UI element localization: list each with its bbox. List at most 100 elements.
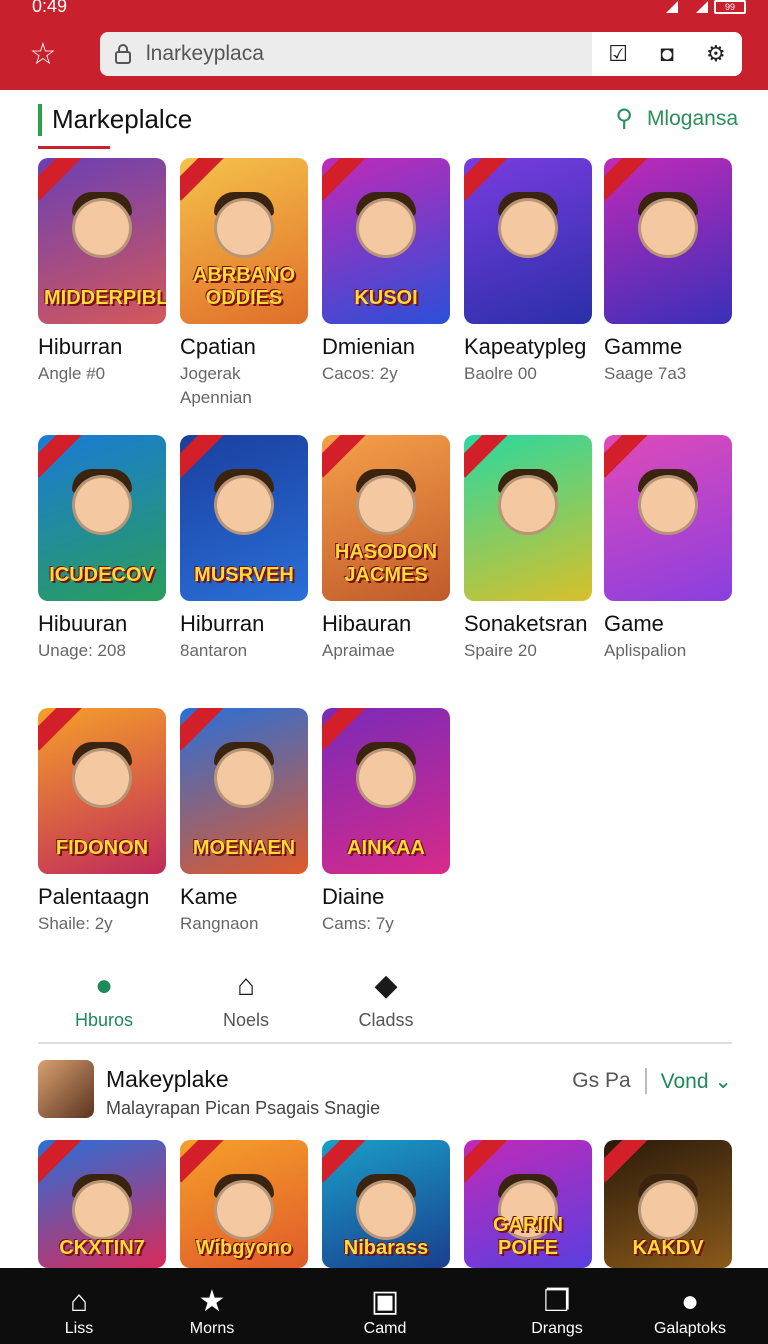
app-tile[interactable]: Nibarass xyxy=(322,1140,450,1268)
app-thumbnail[interactable] xyxy=(604,158,732,324)
battery-icon: 99 xyxy=(714,0,746,14)
app-thumbnail[interactable]: HASODON JACMES xyxy=(322,435,450,601)
app-thumbnail[interactable]: KUSOI xyxy=(322,158,450,324)
section-search[interactable]: ⚲ Mlogansa xyxy=(615,104,738,133)
gs-pa-link[interactable]: Gs Pa xyxy=(572,1069,630,1093)
character-face xyxy=(72,198,132,258)
bottom-nav-galaptoks[interactable]: ● Galaptoks xyxy=(640,1284,740,1338)
app-title[interactable]: Kapeatypleg xyxy=(464,334,592,360)
app-title[interactable]: Cpatian xyxy=(180,334,308,360)
app-tile[interactable]: MUSRVEH Hiburran 8antaron xyxy=(180,435,308,664)
url-text[interactable]: lnarkeyplaca xyxy=(146,42,264,66)
character-face xyxy=(638,198,698,258)
app-thumbnail[interactable]: MOENAEN xyxy=(180,708,308,874)
ribbon-badge xyxy=(38,158,82,201)
checkbox-icon[interactable]: ☑ xyxy=(608,41,628,67)
app-title[interactable]: Hiburran xyxy=(38,334,166,360)
vond-dropdown[interactable]: Vond ⌄ xyxy=(661,1069,732,1094)
character-face xyxy=(356,748,416,808)
app-tile[interactable]: KAKDV xyxy=(604,1140,732,1268)
bottom-nav-liss[interactable]: ⌂ Liss xyxy=(29,1284,129,1338)
thumbnail-art-text: ICUDECOV xyxy=(49,564,155,586)
chevron-down-icon: ⌄ xyxy=(714,1069,732,1093)
bottom-nav-label: Drangs xyxy=(531,1320,583,1337)
category-tabs: ● Hburos ⌂ Noels ◆ Cladss xyxy=(38,966,732,1044)
app-thumbnail[interactable]: CKXTIN7 xyxy=(38,1140,166,1268)
app-tile[interactable]: Wibgyono xyxy=(180,1140,308,1268)
tab-noels[interactable]: ⌂ Noels xyxy=(180,966,312,1031)
wifi-icon xyxy=(684,1,708,13)
bottom-nav-label: Morns xyxy=(189,1320,235,1337)
app-tile[interactable]: ABRBANO ODDIES Cpatian Jogerak Apennian xyxy=(180,158,308,408)
app-tile[interactable]: FIDONON Palentaagn Shaile: 2y xyxy=(38,708,166,937)
app-tile[interactable]: GARIIN POIFE xyxy=(464,1140,592,1268)
app-title[interactable]: Hibuuran xyxy=(38,611,166,637)
app-tile[interactable]: KUSOI Dmienian Cacos: 2y xyxy=(322,158,450,387)
map-pin-icon: ◆ xyxy=(374,969,398,1002)
app-tile[interactable]: Game Aplispalion xyxy=(604,435,732,664)
app-title[interactable]: Game xyxy=(604,611,732,637)
app-title[interactable]: Palentaagn xyxy=(38,884,166,910)
app-title[interactable]: Hiburran xyxy=(180,611,308,637)
app-title[interactable]: Kame xyxy=(180,884,308,910)
app-tile[interactable]: MIDDERPIBL Hiburran Angle #0 xyxy=(38,158,166,387)
app-title[interactable]: Diaine xyxy=(322,884,450,910)
app-thumbnail[interactable]: MIDDERPIBL xyxy=(38,158,166,324)
camera-icon[interactable]: ◘ xyxy=(660,41,673,67)
bookmark-star-button[interactable]: ☆ xyxy=(26,38,60,72)
bottom-nav-camd[interactable]: ▣ Camd xyxy=(335,1284,435,1338)
thumbnail-art-text: ABRBANO ODDIES xyxy=(192,264,296,309)
app-thumbnail[interactable]: FIDONON xyxy=(38,708,166,874)
ribbon-badge xyxy=(604,158,648,201)
address-bar[interactable]: lnarkeyplaca ☑ ◘ ⚙ xyxy=(100,32,742,76)
section-search-label[interactable]: Mlogansa xyxy=(647,107,738,131)
bottom-nav-morns[interactable]: ★ Morns xyxy=(162,1284,262,1338)
app-tile[interactable]: MOENAEN Kame Rangnaon xyxy=(180,708,308,937)
status-icons: 99 xyxy=(654,0,746,14)
app-tile[interactable]: HASODON JACMES Hibauran Apraimae xyxy=(322,435,450,664)
app-tile[interactable]: ICUDECOV Hibuuran Unage: 208 xyxy=(38,435,166,664)
ribbon-badge xyxy=(322,708,366,751)
tab-cladss[interactable]: ◆ Cladss xyxy=(320,966,452,1031)
character-face xyxy=(638,475,698,535)
app-thumbnail[interactable]: ICUDECOV xyxy=(38,435,166,601)
app-thumbnail[interactable]: AINKAA xyxy=(322,708,450,874)
section-title: Markeplalce xyxy=(52,104,193,134)
search-icon[interactable]: ⚲ xyxy=(615,104,633,133)
gear-icon[interactable]: ⚙ xyxy=(706,41,726,67)
app-subtitle: Unage: 208 xyxy=(38,641,126,660)
bottom-nav-drangs[interactable]: ❐ Drangs xyxy=(507,1284,607,1338)
app-thumbnail[interactable]: GARIIN POIFE xyxy=(464,1140,592,1268)
app-thumbnail[interactable]: Nibarass xyxy=(322,1140,450,1268)
lock-icon xyxy=(115,44,131,64)
card-icon: ▣ xyxy=(370,1285,400,1318)
avatar[interactable] xyxy=(38,1060,94,1118)
app-title[interactable]: Dmienian xyxy=(322,334,450,360)
app-title[interactable]: Sonaketsran xyxy=(464,611,592,637)
signal-icon xyxy=(654,1,678,13)
house-icon: ⌂ xyxy=(236,969,256,1002)
app-thumbnail[interactable] xyxy=(604,435,732,601)
top-bar: 0:49 99 ☆ lnarkeyplaca ☑ ◘ ⚙ xyxy=(0,0,768,90)
app-tile[interactable]: Sonaketsran Spaire 20 xyxy=(464,435,592,664)
app-title[interactable]: Gamme xyxy=(604,334,732,360)
app-title[interactable]: Hibauran xyxy=(322,611,450,637)
app-tile[interactable]: Kapeatypleg Baolre 00 xyxy=(464,158,592,387)
app-thumbnail[interactable] xyxy=(464,158,592,324)
ribbon-badge xyxy=(464,1140,508,1183)
app-subtitle: Jogerak xyxy=(180,364,241,383)
app-tile[interactable]: AINKAA Diaine Cams: 7y xyxy=(322,708,450,937)
app-thumbnail[interactable]: Wibgyono xyxy=(180,1140,308,1268)
app-tile[interactable]: Gamme Saage 7a3 xyxy=(604,158,732,387)
person-icon: ● xyxy=(94,969,114,1002)
ribbon-badge xyxy=(604,435,648,478)
app-thumbnail[interactable]: ABRBANO ODDIES xyxy=(180,158,308,324)
app-subtitle: Aplispalion xyxy=(604,641,687,660)
app-tile[interactable]: CKXTIN7 xyxy=(38,1140,166,1268)
app-thumbnail[interactable]: KAKDV xyxy=(604,1140,732,1268)
app-thumbnail[interactable] xyxy=(464,435,592,601)
app-thumbnail[interactable]: MUSRVEH xyxy=(180,435,308,601)
tab-hburos[interactable]: ● Hburos xyxy=(38,966,170,1031)
divider xyxy=(644,1068,647,1094)
app-subtitle: Spaire 20 xyxy=(464,641,537,660)
